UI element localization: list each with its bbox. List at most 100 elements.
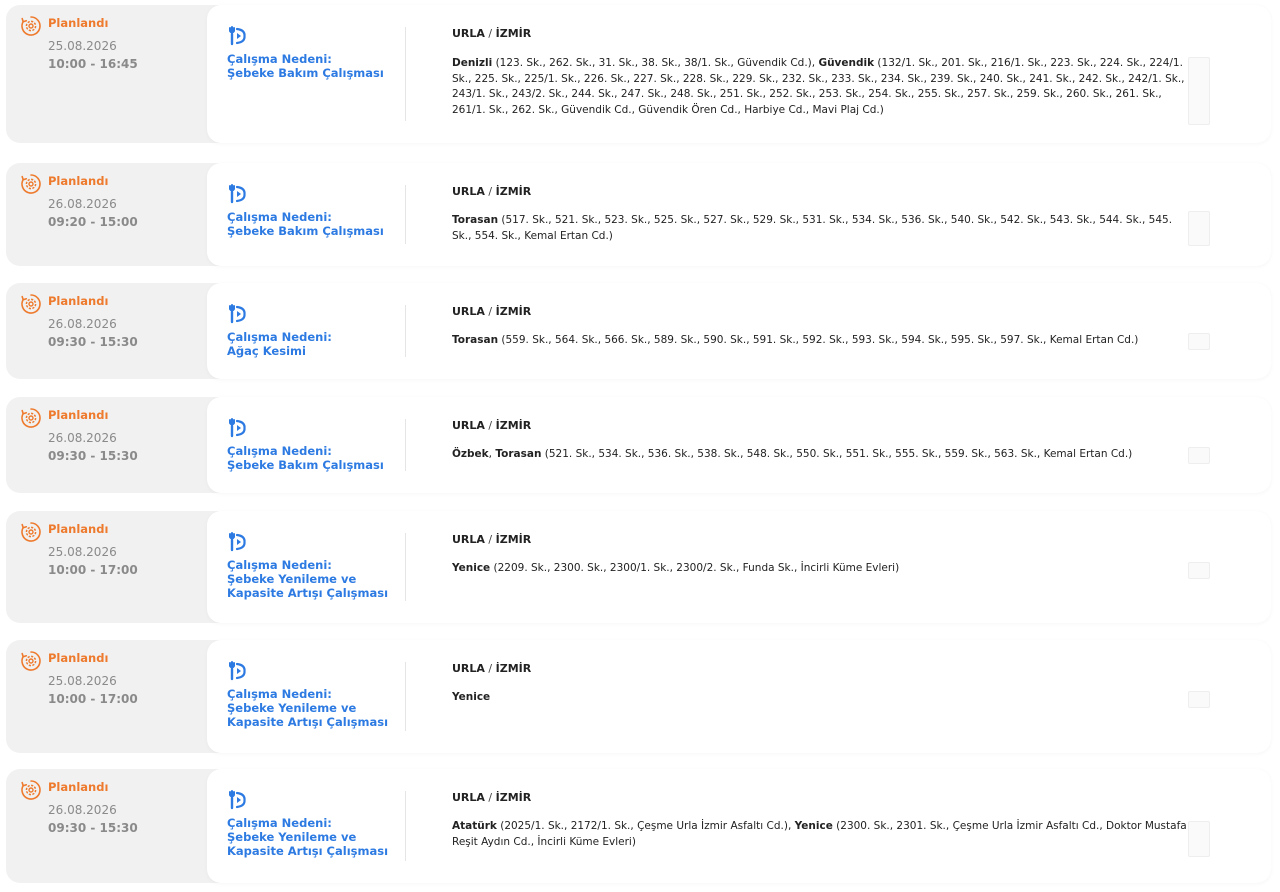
neighborhood-name: Torasan [495,448,542,460]
location-separator: / [484,305,496,318]
outage-time-range: 09:20 - 15:00 [48,215,138,229]
planned-status-icon [20,173,42,195]
street-list: (521. Sk., 534. Sk., 536. Sk., 538. Sk.,… [541,448,1133,460]
outage-card[interactable]: Planlandı 26.08.2026 09:30 - 15:30 Çalışma … [6,283,1271,379]
location-separator: / [484,791,496,804]
status-label: Planlandı [48,522,109,536]
work-reason-value: Şebeke Bakım Çalışması [227,458,384,472]
work-reason: Çalışma Nedeni: Şebeke Bakım Çalışması [227,210,407,238]
location-path: URLA / İZMİR [452,533,531,546]
location-separator: / [484,27,496,40]
work-reason: Çalışma Nedeni: Ağaç Kesimi [227,330,407,358]
outage-card[interactable]: Planlandı 25.08.2026 10:00 - 17:00 Çalışma … [6,511,1271,623]
location-path: URLA / İZMİR [452,27,531,40]
neighborhood-name: Torasan [452,334,499,346]
maintenance-tools-icon [227,303,247,325]
district-name: URLA [452,662,485,675]
status-label: Planlandı [48,294,109,308]
street-list: (517. Sk., 521. Sk., 523. Sk., 525. Sk.,… [452,214,1173,242]
column-divider [405,791,406,861]
outage-date: 26.08.2026 [48,431,117,445]
work-reason: Çalışma Nedeni: Şebeke Yenileme ve Kapasi… [227,687,407,729]
work-reason-label: Çalışma Nedeni: [227,210,332,224]
detail-toggle[interactable] [1188,562,1210,579]
detail-toggle[interactable] [1188,57,1210,125]
outage-detail-panel: Çalışma Nedeni: Şebeke Yenileme ve Kapasi… [207,640,1271,753]
status-label: Planlandı [48,16,109,30]
neighborhood-name: Özbek [452,448,489,460]
work-reason-value: Şebeke Yenileme ve Kapasite Artışı Çalış… [227,830,389,858]
province-name: İZMİR [495,791,532,804]
location-separator: / [484,419,496,432]
planned-status-icon [20,779,42,801]
outage-time-range: 09:30 - 15:30 [48,821,138,835]
planned-status-icon [20,407,42,429]
maintenance-tools-icon [227,660,247,682]
column-divider [405,305,406,357]
outage-schedule: Planlandı 26.08.2026 09:20 - 15:00 [6,163,206,266]
street-list: (2209. Sk., 2300. Sk., 2300/1. Sk., 2300… [490,562,900,574]
province-name: İZMİR [495,185,532,198]
column-divider [405,185,406,244]
outage-schedule: Planlandı 25.08.2026 10:00 - 16:45 [6,5,206,143]
status-label: Planlandı [48,408,109,422]
status-label: Planlandı [48,780,109,794]
work-reason-label: Çalışma Nedeni: [227,52,332,66]
outage-detail-panel: Çalışma Nedeni: Şebeke Yenileme ve Kapasi… [207,511,1271,623]
maintenance-tools-icon [227,183,247,205]
outage-schedule: Planlandı 26.08.2026 09:30 - 15:30 [6,769,206,883]
location-path: URLA / İZMİR [452,305,531,318]
column-divider [405,662,406,731]
neighborhood-name: Torasan [452,214,499,226]
neighborhood-name: Yenice [452,562,491,574]
location-path: URLA / İZMİR [452,185,531,198]
district-name: URLA [452,419,485,432]
outage-detail-panel: Çalışma Nedeni: Ağaç Kesimi URLA / İZMİR To… [207,283,1271,379]
detail-toggle[interactable] [1188,821,1210,857]
outage-detail-panel: Çalışma Nedeni: Şebeke Bakım Çalışması URL… [207,163,1271,266]
detail-toggle[interactable] [1188,447,1210,464]
location-separator: / [484,533,496,546]
outage-card[interactable]: Planlandı 26.08.2026 09:30 - 15:30 Çalışma … [6,397,1271,493]
province-name: İZMİR [495,419,532,432]
work-reason: Çalışma Nedeni: Şebeke Yenileme ve Kapasi… [227,558,407,600]
outage-card[interactable]: Planlandı 26.08.2026 09:20 - 15:00 Çalışma … [6,163,1271,266]
work-reason-label: Çalışma Nedeni: [227,687,332,701]
detail-toggle[interactable] [1188,333,1210,350]
province-name: İZMİR [495,27,532,40]
detail-toggle[interactable] [1188,691,1210,708]
outage-schedule: Planlandı 26.08.2026 09:30 - 15:30 [6,283,206,379]
outage-card[interactable]: Planlandı 25.08.2026 10:00 - 16:45 Çalışma … [6,5,1271,143]
work-reason-value: Şebeke Yenileme ve Kapasite Artışı Çalış… [227,701,389,729]
outage-date: 26.08.2026 [48,197,117,211]
planned-status-icon [20,521,42,543]
column-divider [405,27,406,121]
affected-streets: Özbek, Torasan (521. Sk., 534. Sk., 536.… [452,447,1192,463]
column-divider [405,419,406,471]
detail-toggle[interactable] [1188,211,1210,246]
affected-streets: Torasan (517. Sk., 521. Sk., 523. Sk., 5… [452,213,1192,244]
planned-status-icon [20,650,42,672]
maintenance-tools-icon [227,417,247,439]
column-divider [405,533,406,601]
outage-card[interactable]: Planlandı 25.08.2026 10:00 - 17:00 Çalışma … [6,640,1271,753]
outage-time-range: 09:30 - 15:30 [48,335,138,349]
outage-date: 25.08.2026 [48,674,117,688]
work-reason-label: Çalışma Nedeni: [227,444,332,458]
district-name: URLA [452,305,485,318]
province-name: İZMİR [495,533,532,546]
affected-streets: Atatürk (2025/1. Sk., 2172/1. Sk., Çeşme… [452,819,1192,850]
affected-streets: Denizli (123. Sk., 262. Sk., 31. Sk., 38… [452,56,1192,118]
outage-date: 25.08.2026 [48,39,117,53]
status-label: Planlandı [48,174,109,188]
outage-card[interactable]: Planlandı 26.08.2026 09:30 - 15:30 Çalışma … [6,769,1271,883]
work-reason-value: Şebeke Yenileme ve Kapasite Artışı Çalış… [227,572,389,600]
outage-schedule: Planlandı 25.08.2026 10:00 - 17:00 [6,511,206,623]
location-separator: / [484,662,496,675]
outage-time-range: 10:00 - 17:00 [48,692,138,706]
district-name: URLA [452,791,485,804]
work-reason-label: Çalışma Nedeni: [227,558,332,572]
work-reason-label: Çalışma Nedeni: [227,330,332,344]
planned-status-icon [20,15,42,37]
maintenance-tools-icon [227,25,247,47]
